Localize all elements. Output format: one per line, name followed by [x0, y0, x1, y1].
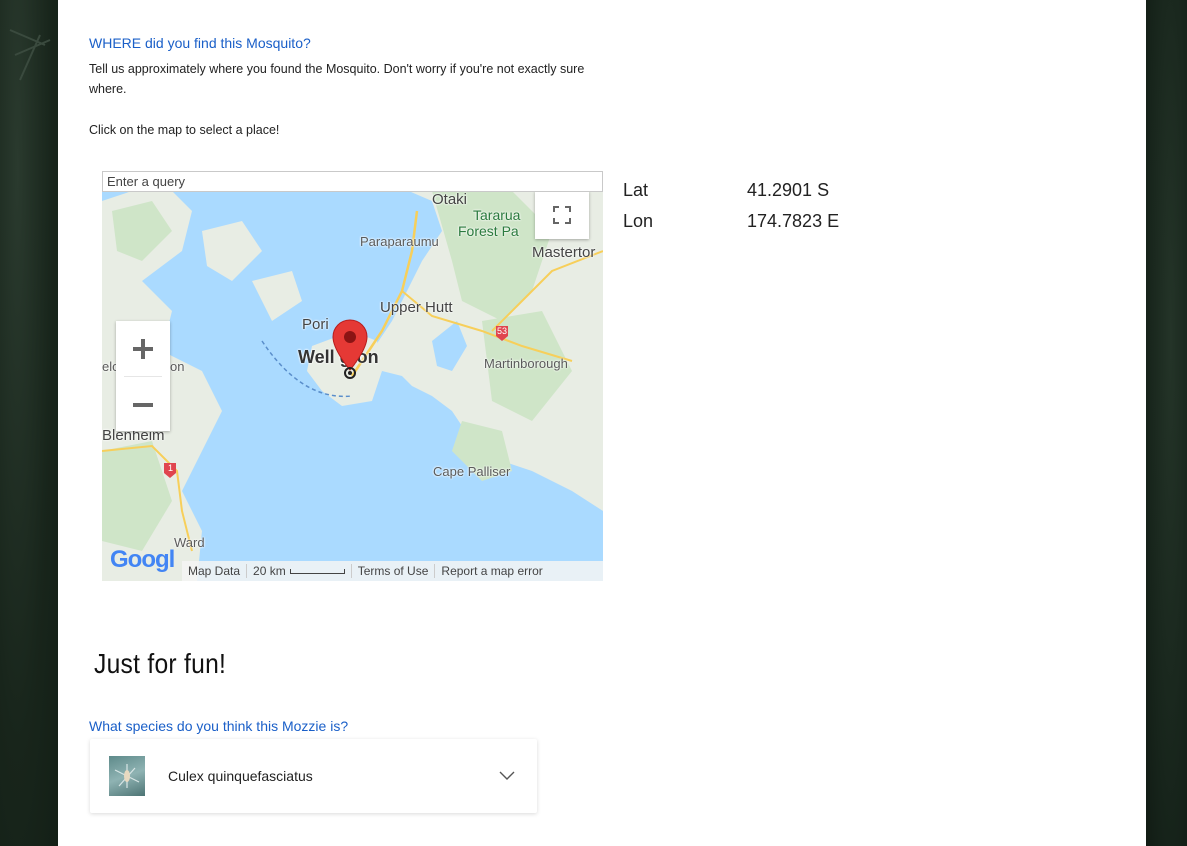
background-left — [0, 0, 58, 846]
lat-label: Lat — [623, 180, 649, 200]
zoom-out-button[interactable] — [116, 377, 170, 432]
map-data-link[interactable]: Map Data — [182, 564, 248, 578]
species-select[interactable]: Culex quinquefasciatus — [90, 739, 537, 813]
fullscreen-icon — [553, 206, 571, 224]
zoom-in-button[interactable] — [116, 321, 170, 376]
chevron-down-icon[interactable] — [499, 771, 515, 781]
minus-icon — [133, 402, 153, 407]
map-label-upper-hutt: Upper Hutt — [380, 299, 453, 316]
map-scale-label: 20 km — [253, 564, 286, 578]
google-logo-text: Googl — [110, 546, 175, 573]
plus-icon — [133, 338, 153, 359]
google-logo: Googl — [110, 546, 175, 574]
map-label-martinborough: Martinborough — [484, 356, 568, 371]
location-question-title: WHERE did you find this Mosquito? — [89, 35, 311, 51]
fun-section-title: Just for fun! — [94, 648, 227, 679]
route-53-shield-label: 53 — [497, 326, 508, 336]
map-scale: 20 km — [247, 564, 352, 578]
content-panel: WHERE did you find this Mosquito? Tell u… — [58, 0, 1146, 846]
species-question: What species do you think this Mozzie is… — [89, 718, 349, 734]
map-label-ward: Ward — [174, 535, 205, 550]
lon-label: Lon — [623, 211, 654, 231]
map-label-havelock: on — [170, 359, 185, 374]
map-label-cape-palliser: Cape Palliser — [433, 464, 511, 479]
map-footer: Map Data 20 km Terms of Use Report a map… — [182, 561, 603, 581]
report-error-link[interactable]: Report a map error — [435, 564, 548, 578]
coordinates-readout: Lat 41.2901 S Lon 174.7823 E — [623, 175, 839, 237]
map[interactable]: Otaki Tararua Forest Pa Paraparaumu Mast… — [102, 171, 603, 581]
species-thumbnail — [109, 756, 145, 796]
map-label-tararua: Tararua — [473, 207, 521, 223]
lon-value: 174.7823 E — [747, 211, 840, 231]
terms-link[interactable]: Terms of Use — [352, 564, 436, 578]
location-marker-icon[interactable] — [331, 318, 369, 380]
background-right — [1146, 0, 1187, 846]
mosquito-silhouette-icon — [9, 29, 51, 81]
map-label-masterton: Mastertor — [532, 244, 596, 261]
lon-row: Lon 174.7823 E — [623, 206, 839, 237]
route-1-shield-label: 1 — [168, 463, 174, 473]
zoom-control — [116, 321, 170, 431]
map-label-forest-park: Forest Pa — [458, 223, 519, 239]
selected-species: Culex quinquefasciatus — [168, 768, 313, 784]
map-label-paraparaumu: Paraparaumu — [360, 234, 439, 249]
map-hint: Click on the map to select a place! — [89, 123, 280, 137]
map-search-input[interactable] — [102, 171, 603, 192]
lat-value: 41.2901 S — [747, 180, 830, 200]
map-label-porirua: Pori — [302, 316, 329, 333]
mosquito-icon — [114, 764, 140, 788]
fullscreen-button[interactable] — [535, 191, 589, 239]
scale-bar — [289, 569, 345, 575]
lat-row: Lat 41.2901 S — [623, 175, 839, 206]
location-description: Tell us approximately where you found th… — [89, 62, 585, 96]
map-label-otaki: Otaki — [432, 191, 468, 208]
